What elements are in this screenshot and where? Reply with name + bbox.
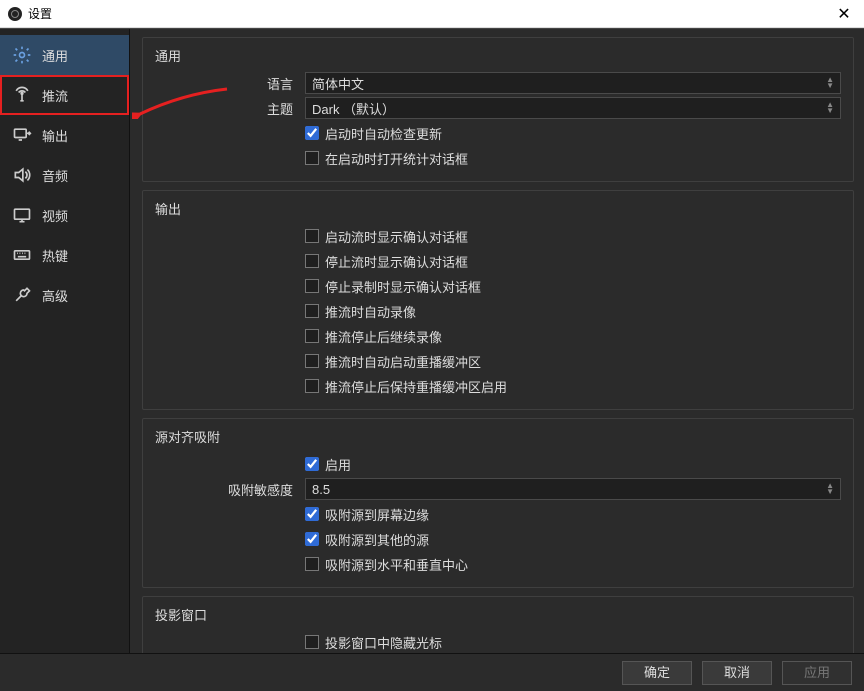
sidebar-item-advanced[interactable]: 高级: [0, 275, 129, 315]
keyboard-icon: [12, 245, 32, 265]
output-c7-checkbox[interactable]: 推流停止后保持重播缓冲区启用: [305, 377, 507, 396]
footer: 确定 取消 应用: [0, 653, 864, 691]
checkbox-label: 停止流时显示确认对话框: [325, 252, 468, 271]
group-title: 源对齐吸附: [155, 427, 841, 446]
sidebar-item-hotkeys[interactable]: 热键: [0, 235, 129, 275]
antenna-icon: [12, 85, 32, 105]
output-c4-checkbox[interactable]: 推流时自动录像: [305, 302, 416, 321]
output-c2-checkbox[interactable]: 停止流时显示确认对话框: [305, 252, 468, 271]
spin-icon: ▲▼: [826, 102, 834, 114]
group-title: 通用: [155, 46, 841, 65]
wrench-icon: [12, 285, 32, 305]
checkbox-label: 停止录制时显示确认对话框: [325, 277, 481, 296]
group-general: 通用 语言 简体中文 ▲▼ 主题 Dark （默认） ▲▼ 启动时自动检查更新 在启…: [142, 37, 854, 182]
sidebar-item-label: 通用: [42, 46, 68, 65]
sidebar-item-general[interactable]: 通用: [0, 35, 129, 75]
language-label: 语言: [155, 74, 305, 93]
snap-enable-checkbox[interactable]: 启用: [305, 455, 351, 474]
snap-sens-spinbox[interactable]: 8.5 ▲▼: [305, 478, 841, 500]
titlebar: 设置 ✕: [0, 0, 864, 28]
combo-value: 简体中文: [312, 74, 364, 93]
output-c6-checkbox[interactable]: 推流时自动启动重播缓冲区: [305, 352, 481, 371]
window-title: 设置: [28, 5, 52, 22]
theme-label: 主题: [155, 99, 305, 118]
spin-icon: ▲▼: [826, 77, 834, 89]
sidebar-item-label: 音频: [42, 166, 68, 185]
sidebar-item-output[interactable]: 输出: [0, 115, 129, 155]
auto-update-checkbox[interactable]: 启动时自动检查更新: [305, 124, 442, 143]
projector-hide-cursor-checkbox[interactable]: 投影窗口中隐藏光标: [305, 633, 442, 652]
checkbox-label: 吸附源到屏幕边缘: [325, 505, 429, 524]
group-snap: 源对齐吸附 启用 吸附敏感度 8.5 ▲▼ 吸附源到屏幕边缘 吸附源到其他的源 吸…: [142, 418, 854, 588]
stats-dialog-checkbox[interactable]: 在启动时打开统计对话框: [305, 149, 468, 168]
group-title: 投影窗口: [155, 605, 841, 624]
content-panel: 通用 语言 简体中文 ▲▼ 主题 Dark （默认） ▲▼ 启动时自动检查更新 在启…: [130, 29, 864, 653]
group-projector: 投影窗口 投影窗口中隐藏光标 使投影窗口置顶 退出时保存投影窗口设置: [142, 596, 854, 653]
sidebar-item-stream[interactable]: 推流: [0, 75, 129, 115]
ok-button[interactable]: 确定: [622, 661, 692, 685]
cancel-button[interactable]: 取消: [702, 661, 772, 685]
sidebar-item-label: 视频: [42, 206, 68, 225]
group-title: 输出: [155, 199, 841, 218]
speaker-icon: [12, 165, 32, 185]
close-icon[interactable]: ✕: [832, 4, 856, 24]
app-icon: [8, 7, 22, 21]
checkbox-label: 投影窗口中隐藏光标: [325, 633, 442, 652]
sidebar-item-audio[interactable]: 音频: [0, 155, 129, 195]
combo-value: Dark （默认）: [312, 99, 395, 118]
theme-combo[interactable]: Dark （默认） ▲▼: [305, 97, 841, 119]
checkbox-label: 吸附源到水平和垂直中心: [325, 555, 468, 574]
output-c5-checkbox[interactable]: 推流停止后继续录像: [305, 327, 442, 346]
apply-button[interactable]: 应用: [782, 661, 852, 685]
snap-center-checkbox[interactable]: 吸附源到水平和垂直中心: [305, 555, 468, 574]
sidebar-item-video[interactable]: 视频: [0, 195, 129, 235]
checkbox-label: 启用: [325, 455, 351, 474]
checkbox-label: 吸附源到其他的源: [325, 530, 429, 549]
monitor-icon: [12, 205, 32, 225]
sidebar-item-label: 输出: [42, 126, 68, 145]
gear-icon: [12, 45, 32, 65]
snap-sens-label: 吸附敏感度: [155, 480, 305, 499]
spin-icon: ▲▼: [826, 483, 834, 495]
checkbox-label: 启动流时显示确认对话框: [325, 227, 468, 246]
checkbox-label: 推流停止后继续录像: [325, 327, 442, 346]
checkbox-label: 推流停止后保持重播缓冲区启用: [325, 377, 507, 396]
checkbox-label: 推流时自动录像: [325, 302, 416, 321]
language-combo[interactable]: 简体中文 ▲▼: [305, 72, 841, 94]
spin-value: 8.5: [312, 482, 330, 497]
checkbox-label: 推流时自动启动重播缓冲区: [325, 352, 481, 371]
sidebar-item-label: 热键: [42, 246, 68, 265]
output-c3-checkbox[interactable]: 停止录制时显示确认对话框: [305, 277, 481, 296]
checkbox-label: 在启动时打开统计对话框: [325, 149, 468, 168]
sidebar-item-label: 推流: [42, 86, 68, 105]
snap-edge-checkbox[interactable]: 吸附源到屏幕边缘: [305, 505, 429, 524]
sidebar-item-label: 高级: [42, 286, 68, 305]
group-output: 输出 启动流时显示确认对话框 停止流时显示确认对话框 停止录制时显示确认对话框 …: [142, 190, 854, 410]
output-c1-checkbox[interactable]: 启动流时显示确认对话框: [305, 227, 468, 246]
checkbox-label: 启动时自动检查更新: [325, 124, 442, 143]
sidebar: 通用 推流 输出 音频 视频 热键 高级: [0, 29, 130, 653]
monitor-arrow-icon: [12, 125, 32, 145]
snap-other-checkbox[interactable]: 吸附源到其他的源: [305, 530, 429, 549]
